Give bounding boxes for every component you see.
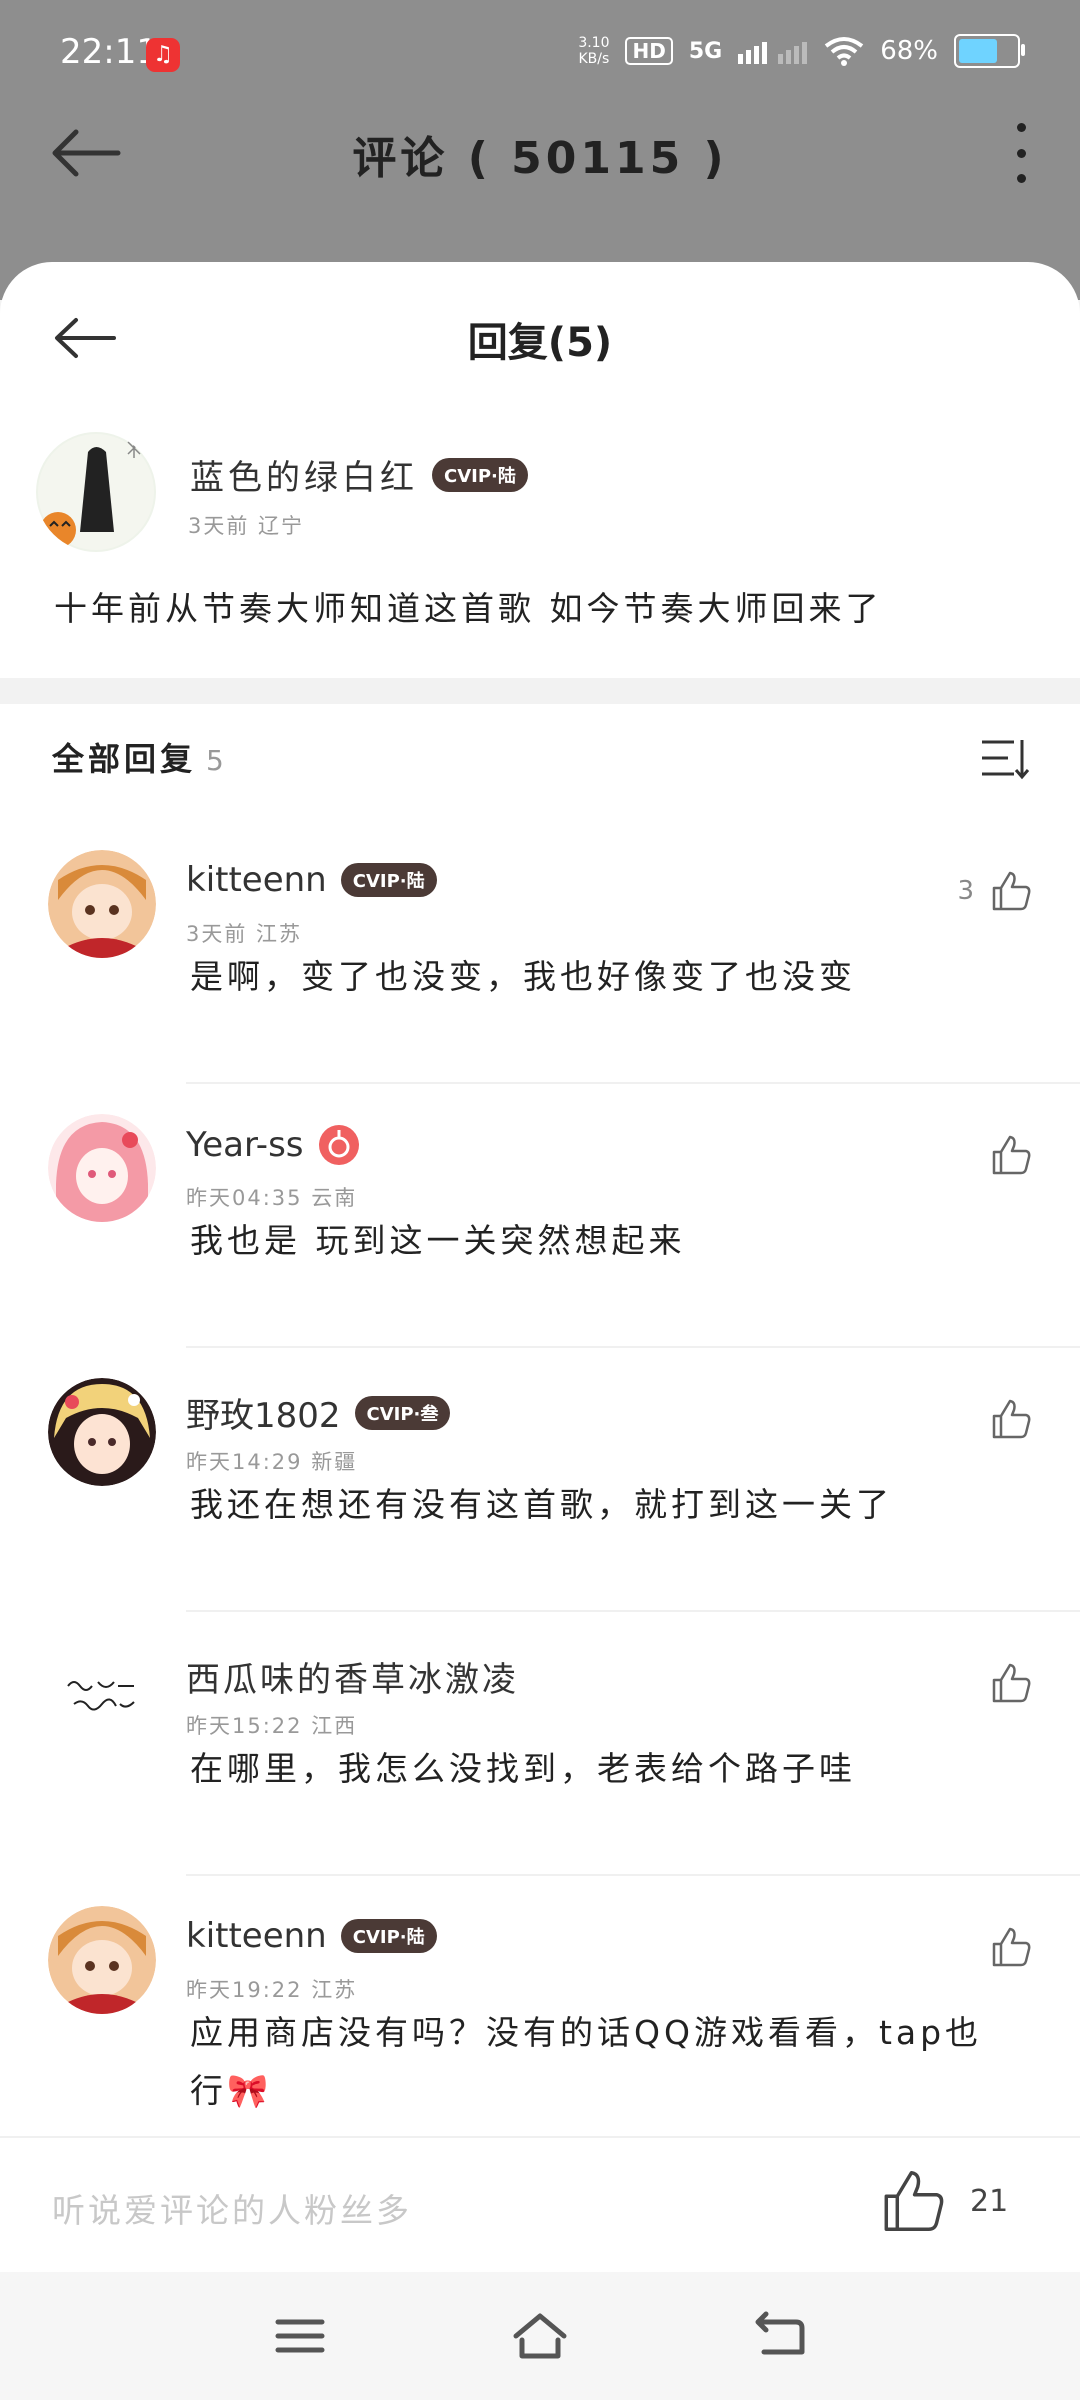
username-row: 西瓜味的香草冰激凌 bbox=[186, 1652, 519, 1701]
reply-text-continued: 行🎀 bbox=[190, 2071, 273, 2110]
like-button[interactable] bbox=[974, 1134, 1032, 1176]
sort-icon[interactable] bbox=[980, 734, 1030, 784]
comment-input[interactable]: 听说爱评论的人粉丝多 bbox=[52, 2184, 412, 2232]
avatar[interactable] bbox=[48, 1114, 156, 1222]
like-button[interactable]: 3 bbox=[957, 870, 1032, 912]
anime-girl-avatar-image bbox=[48, 1906, 156, 2014]
section-divider bbox=[0, 678, 1080, 704]
thumbs-up-icon bbox=[992, 1399, 1031, 1439]
avatar[interactable] bbox=[48, 850, 156, 958]
reply-item: kitteenn CVIP·陆 昨天19:22 江苏 应用商店没有吗？没有的话Q… bbox=[0, 1876, 1080, 2176]
like-button[interactable] bbox=[974, 1926, 1032, 1968]
network-speed: 3.10 KB/s bbox=[578, 35, 610, 67]
status-bar: 22:11 ♫ 3.10 KB/s HD 5G 68% bbox=[0, 0, 1080, 110]
comment-input-bar: 听说爱评论的人粉丝多 21 bbox=[0, 2136, 1080, 2274]
more-options-icon[interactable] bbox=[1006, 118, 1036, 188]
reply-item: Year-ss 昨天04:35 云南 我也是 玩到这一关突然想起来 bbox=[0, 1084, 1080, 1348]
avatar[interactable] bbox=[48, 1378, 156, 1486]
vip-badge: CVIP·叁 bbox=[354, 1395, 451, 1430]
menu-icon[interactable] bbox=[270, 2308, 330, 2364]
reply-meta: 3天前 江苏 bbox=[186, 922, 303, 946]
username[interactable]: Year-ss bbox=[186, 1125, 304, 1165]
wifi-icon bbox=[824, 37, 864, 66]
reply-item: kitteenn CVIP·陆 3天前 江苏 3 是啊，变了也没变，我也好像变了… bbox=[0, 820, 1080, 1084]
reply-item: 西瓜味的香草冰激凌 昨天15:22 江西 在哪里，我怎么没找到，老表给个路子哇 bbox=[0, 1612, 1080, 1876]
username-row: 野玫1802 CVIP·叁 bbox=[186, 1388, 451, 1437]
username-row: Year-ss bbox=[186, 1124, 360, 1166]
username[interactable]: 西瓜味的香草冰激凌 bbox=[186, 1652, 519, 1701]
reply-text: 我还在想还有没有这首歌，就打到这一关了 bbox=[190, 1485, 893, 1524]
handwriting-avatar-image bbox=[48, 1642, 156, 1750]
music-badge-icon bbox=[318, 1125, 359, 1165]
reply-meta: 昨天14:29 新疆 bbox=[186, 1450, 358, 1474]
username[interactable]: kitteenn bbox=[186, 860, 327, 900]
avatar[interactable] bbox=[48, 1642, 156, 1750]
reply-sheet: 回复(5) 蓝色的绿白红 CVIP·陆 3天前 辽宁 十年前从节奏大师知道这首歌… bbox=[0, 262, 1080, 2400]
home-icon[interactable] bbox=[510, 2308, 570, 2364]
like-button[interactable] bbox=[974, 1662, 1032, 1704]
network-type-label: 5G bbox=[688, 38, 723, 64]
username[interactable]: 蓝色的绿白红 bbox=[190, 450, 418, 499]
signal-icon bbox=[738, 42, 808, 64]
status-icons: 3.10 KB/s HD 5G 68% bbox=[578, 34, 1025, 68]
avatar[interactable] bbox=[48, 1906, 156, 2014]
avatar[interactable] bbox=[36, 432, 156, 552]
username-row: kitteenn CVIP·陆 bbox=[186, 1916, 437, 1956]
reply-item: 野玫1802 CVIP·叁 昨天14:29 新疆 我还在想还有没有这首歌，就打到… bbox=[0, 1348, 1080, 1612]
reply-text: 我也是 玩到这一关突然想起来 bbox=[190, 1221, 686, 1260]
back-icon[interactable] bbox=[750, 2308, 810, 2364]
comment-meta: 3天前 辽宁 bbox=[188, 514, 305, 538]
blonde-girl-avatar-image bbox=[48, 1378, 156, 1486]
like-button[interactable]: 21 bbox=[880, 2168, 1008, 2234]
thumbs-up-icon bbox=[992, 1663, 1031, 1703]
username-row: kitteenn CVIP·陆 bbox=[186, 860, 437, 900]
username-row: 蓝色的绿白红 CVIP·陆 bbox=[190, 450, 528, 499]
thumbs-up-icon bbox=[992, 871, 1031, 911]
reply-count: 5 bbox=[206, 744, 228, 777]
reply-sheet-title: 回复(5) bbox=[467, 320, 613, 366]
system-navigation-bar bbox=[0, 2272, 1080, 2400]
vip-badge: CVIP·陆 bbox=[340, 863, 437, 897]
pink-hair-avatar-image bbox=[48, 1114, 156, 1222]
thumbs-up-icon bbox=[992, 1135, 1031, 1175]
vip-badge: CVIP·陆 bbox=[432, 457, 528, 492]
username[interactable]: kitteenn bbox=[186, 1916, 327, 1956]
reply-meta: 昨天04:35 云南 bbox=[186, 1186, 358, 1210]
thumbs-up-icon bbox=[992, 1927, 1031, 1967]
like-count: 21 bbox=[970, 2183, 1009, 2219]
reply-meta: 昨天15:22 江西 bbox=[186, 1714, 358, 1738]
reply-meta: 昨天19:22 江苏 bbox=[186, 1978, 358, 2002]
anime-girl-avatar-image bbox=[48, 850, 156, 958]
comments-page-title: 评论 ( 50115 ) bbox=[352, 133, 728, 184]
halloween-avatar-image bbox=[38, 434, 154, 550]
like-button[interactable] bbox=[974, 1398, 1032, 1440]
username[interactable]: 野玫1802 bbox=[186, 1388, 341, 1437]
vip-badge: CVIP·陆 bbox=[340, 1919, 437, 1953]
battery-percent: 68% bbox=[880, 36, 938, 66]
hd-icon: HD bbox=[625, 37, 673, 65]
thumbs-up-icon bbox=[884, 2170, 944, 2232]
comment-text: 十年前从节奏大师知道这首歌 如今节奏大师回来了 bbox=[54, 589, 883, 628]
music-app-notification-icon: ♫ bbox=[146, 38, 180, 72]
reply-text: 在哪里，我怎么没找到，老表给个路子哇 bbox=[190, 1749, 856, 1788]
reply-text: 是啊，变了也没变，我也好像变了也没变 bbox=[190, 957, 856, 996]
status-time: 22:11 bbox=[60, 32, 158, 72]
like-count: 3 bbox=[957, 876, 974, 906]
all-replies-heading: 全部回复 5 bbox=[52, 740, 228, 778]
reply-text: 应用商店没有吗？没有的话QQ游戏看看，tap也 bbox=[190, 2013, 983, 2052]
battery-icon bbox=[954, 34, 1025, 68]
